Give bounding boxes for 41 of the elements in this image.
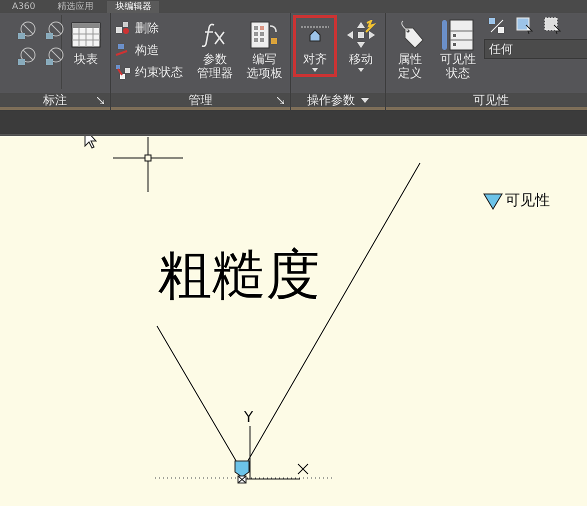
ribbon-button[interactable]: 删除 <box>113 17 185 39</box>
axis-label: Y <box>244 408 254 426</box>
table-icon <box>71 22 101 48</box>
ribbon-button[interactable]: 编写 选项板 <box>240 15 288 85</box>
ribbon-button[interactable]: 对齐 <box>293 15 337 77</box>
constraint-icon <box>115 64 131 80</box>
move-icon <box>345 20 377 50</box>
ribbon-button[interactable]: 块表 <box>64 15 108 71</box>
make-invisible-icon[interactable] <box>544 17 562 35</box>
panel-title: 操作参数 <box>307 93 355 107</box>
roughness-text: 粗糙度 <box>158 242 320 308</box>
caret-icon[interactable] <box>361 98 369 102</box>
palette-icon <box>249 20 280 50</box>
ribbon-button[interactable]: 可见性 状态 <box>434 15 482 85</box>
parameter-label: 可见性 <box>505 190 550 210</box>
visibility-states-icon <box>441 19 475 51</box>
panel-title: 管理 <box>188 93 212 107</box>
panel-title: 可见性 <box>473 93 509 107</box>
panel-title: 标注 <box>43 93 67 107</box>
parameter-marker-icon <box>483 194 503 210</box>
visibility-toggle-icon[interactable] <box>488 17 506 35</box>
ribbon-tab[interactable]: 块编辑器 <box>107 1 160 13</box>
lock-dimension-icon[interactable] <box>16 21 36 41</box>
dialog-launcher-icon[interactable] <box>277 97 284 104</box>
caret-icon <box>358 68 364 72</box>
ribbon-button[interactable]: 移动 <box>339 15 383 77</box>
ribbon-button[interactable]: 属性 定义 <box>388 15 432 85</box>
delete-icon <box>115 21 131 35</box>
lock-dimension-icon[interactable] <box>44 47 64 67</box>
ribbon-button[interactable]: 构造 <box>113 39 185 61</box>
lock-dimension-icon[interactable] <box>44 21 64 41</box>
ribbon-tab[interactable]: A360 <box>4 1 44 13</box>
caret-icon <box>312 68 318 72</box>
ribbon-button[interactable]: 约束状态 <box>113 61 185 83</box>
mouse-pointer-icon <box>84 136 98 149</box>
ribbon-button[interactable]: 参数 管理器 <box>191 15 238 85</box>
dialog-launcher-icon[interactable] <box>97 97 104 104</box>
ribbon-tab[interactable]: 精选应用 <box>49 1 102 13</box>
visibility-state-field[interactable]: 任何 <box>484 39 587 59</box>
make-visible-icon[interactable] <box>516 17 534 35</box>
lock-dimension-icon[interactable] <box>16 47 36 67</box>
